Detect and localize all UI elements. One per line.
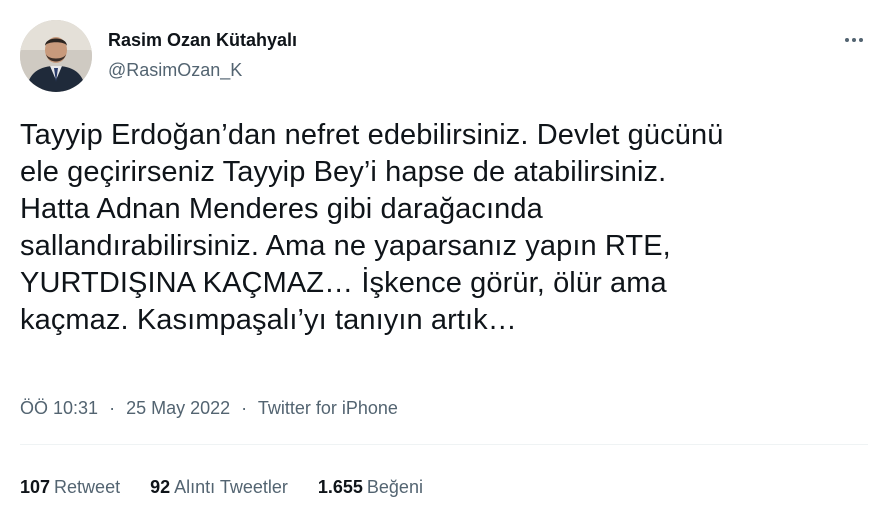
tweet-text-line: YURTDIŞINA KAÇMAZ… İşkence görür, ölür a… [20,267,667,299]
tweet-time[interactable]: ÖÖ 10:31 [20,398,98,418]
author-handle[interactable]: @RasimOzan_K [108,59,242,81]
divider [20,444,868,445]
tweet-text-line: kaçmaz. Kasımpaşalı’yı tanıyın artık… [20,304,517,336]
likes-stat[interactable]: 1.655 Beğeni [318,476,423,498]
retweets-stat[interactable]: 107 Retweet [20,476,120,498]
quotes-count: 92 [150,477,171,497]
tweet-text-line: sallandırabilirsiniz. Ama ne yaparsanız … [20,230,671,262]
tweet-date[interactable]: 25 May 2022 [126,398,230,418]
tweet-text: Tayyip Erdoğan’dan nefret edebilirsiniz.… [20,117,870,339]
quote-tweets-stat[interactable]: 92 Alıntı Tweetler [150,476,288,498]
tweet-meta: ÖÖ 10:31 · 25 May 2022 · Twitter for iPh… [20,397,398,419]
author-display-name[interactable]: Rasim Ozan Kütahyalı [108,29,297,51]
tweet-text-line: Hatta Adnan Menderes gibi darağacında [20,193,543,225]
meta-separator: · [109,398,116,418]
tweet-text-line: ele geçirirseniz Tayyip Bey’i hapse de a… [20,156,667,188]
retweets-label: Retweet [54,477,121,497]
avatar[interactable] [20,20,92,92]
retweets-count: 107 [20,477,51,497]
tweet-source[interactable]: Twitter for iPhone [258,398,398,418]
more-options-button[interactable] [836,28,872,52]
likes-count: 1.655 [317,477,363,497]
more-horizontal-icon [844,38,865,42]
tweet-text-line: Tayyip Erdoğan’dan nefret edebilirsiniz.… [20,119,724,151]
meta-separator: · [241,398,248,418]
tweet-card: Rasim Ozan Kütahyalı @RasimOzan_K Tayyip… [0,0,890,522]
quotes-label: Alıntı Tweetler [174,477,288,497]
avatar-photo [20,20,92,92]
likes-label: Beğeni [366,477,423,497]
tweet-stats: 107 Retweet 92 Alıntı Tweetler 1.655 Beğeni [20,476,453,498]
